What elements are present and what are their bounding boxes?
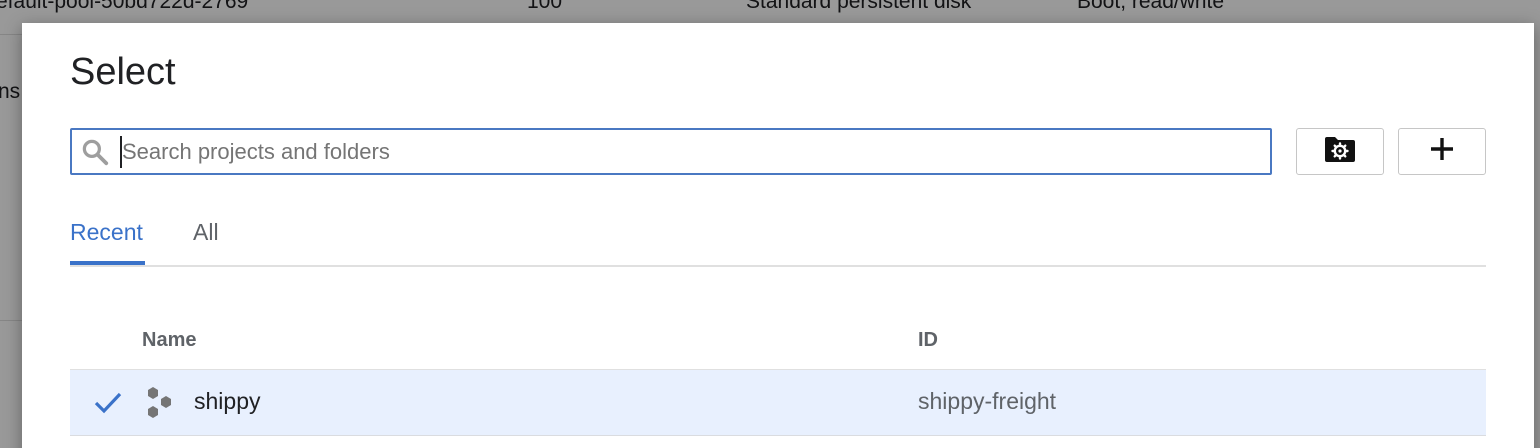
search-box[interactable] (70, 128, 1272, 175)
project-name[interactable]: shippy (194, 388, 260, 415)
tab-bar: Recent All (70, 211, 1486, 267)
dialog-title: Select (70, 51, 176, 93)
table-row[interactable]: shippy shippy-freight (70, 370, 1486, 436)
active-tab-indicator (70, 261, 145, 265)
column-header-id[interactable]: ID (918, 329, 938, 352)
search-icon (80, 137, 110, 167)
project-id: shippy-freight (918, 388, 1057, 414)
add-project-button[interactable] (1398, 128, 1486, 175)
tab-all[interactable]: All (193, 211, 219, 263)
select-project-dialog: Select Search projects and folders Recen… (22, 23, 1534, 448)
column-header-name[interactable]: Name (142, 329, 196, 352)
tab-recent-label: Recent (70, 219, 143, 245)
checkmark-icon (93, 388, 123, 418)
search-input[interactable] (120, 136, 1254, 168)
tab-recent[interactable]: Recent (70, 211, 145, 265)
plus-icon (1428, 135, 1456, 168)
folder-settings-button[interactable] (1296, 128, 1384, 175)
project-hexagons-icon (144, 386, 176, 420)
tab-all-label: All (193, 219, 219, 245)
folder-settings-icon (1323, 134, 1357, 169)
